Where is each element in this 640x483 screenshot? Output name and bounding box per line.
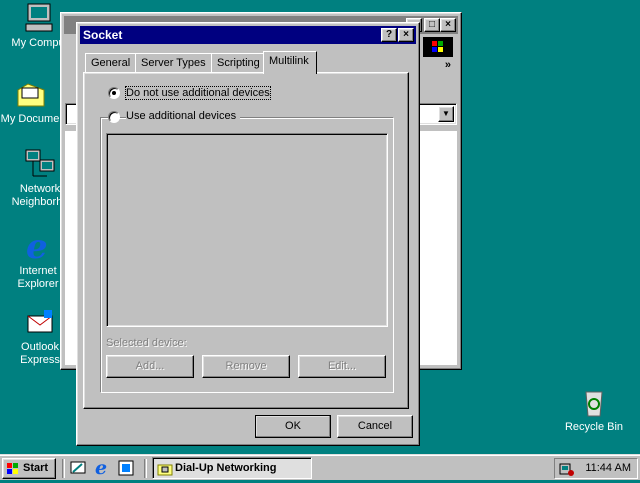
device-list[interactable]: [106, 133, 388, 327]
selected-device-label: Selected device:: [106, 337, 187, 349]
svg-text:e: e: [95, 458, 107, 476]
start-label: Start: [23, 462, 49, 474]
radio-no-additional[interactable]: [108, 87, 120, 99]
start-button[interactable]: Start: [2, 458, 56, 479]
radio-selected-dot: [112, 91, 116, 95]
radio-use-additional[interactable]: [108, 111, 120, 123]
close-button[interactable]: ×: [398, 28, 414, 42]
channels-icon[interactable]: [118, 460, 134, 479]
remove-button[interactable]: Remove: [202, 355, 290, 378]
edit-button[interactable]: Edit...: [298, 355, 386, 378]
close-button[interactable]: ×: [440, 18, 456, 32]
taskbar: Start e Dial-Up Networking 11:44 AM: [0, 454, 640, 480]
tab-general[interactable]: General: [85, 53, 137, 73]
ie-icon: e: [22, 227, 54, 267]
modem-tray-icon[interactable]: [559, 461, 575, 480]
add-button[interactable]: Add...: [106, 355, 194, 378]
tab-multilink[interactable]: Multilink: [263, 51, 317, 74]
desktop-icon-label: Recycle Bin: [564, 421, 624, 433]
help-button[interactable]: ?: [381, 28, 397, 42]
dialog-title: Socket: [83, 28, 123, 42]
radio-no-additional-label[interactable]: Do not use additional devices: [125, 86, 271, 100]
task-label: Dial-Up Networking: [175, 462, 277, 474]
cancel-button[interactable]: Cancel: [337, 415, 413, 438]
system-tray: 11:44 AM: [554, 458, 638, 479]
tab-label: General: [91, 57, 131, 69]
dialog-titlebar[interactable]: Socket ? ×: [80, 26, 416, 44]
task-dialup-networking[interactable]: Dial-Up Networking: [152, 457, 312, 479]
quick-launch-divider: [62, 459, 65, 478]
maximize-button[interactable]: □: [424, 18, 440, 32]
taskbar-divider: [144, 459, 147, 478]
show-desktop-icon[interactable]: [70, 460, 86, 479]
socket-properties-dialog[interactable]: Socket ? × General Server Types Scriptin…: [76, 22, 420, 446]
outlook-icon: [24, 306, 56, 338]
tab-scripting[interactable]: Scripting: [211, 53, 266, 73]
windows-logo-icon: [423, 37, 453, 57]
recycle-bin-icon: [578, 386, 610, 418]
tab-label: Scripting: [217, 57, 260, 69]
tab-label: Multilink: [269, 55, 309, 67]
tab-server-types[interactable]: Server Types: [135, 53, 212, 73]
network-icon: [24, 148, 56, 180]
radio-use-additional-label[interactable]: Use additional devices: [126, 110, 241, 122]
desktop-icon-label: My Docume: [0, 113, 60, 125]
dialup-folder-icon: [157, 461, 173, 480]
ok-button[interactable]: OK: [255, 415, 331, 438]
folder-icon: [14, 78, 46, 110]
svg-text:e: e: [26, 230, 48, 262]
dropdown-arrow-icon[interactable]: ▼: [438, 106, 454, 122]
ie-quicklaunch-icon[interactable]: e: [94, 457, 112, 479]
desktop-icon-my-documents[interactable]: My Docume: [0, 78, 66, 126]
computer-icon: [22, 2, 54, 34]
toolbar-chevron[interactable]: »: [445, 59, 451, 71]
clock[interactable]: 11:44 AM: [585, 462, 631, 474]
multilink-panel: Do not use additional devices Use additi…: [83, 72, 409, 409]
desktop-icon-recycle-bin[interactable]: Recycle Bin: [558, 386, 630, 434]
tab-label: Server Types: [141, 57, 206, 69]
